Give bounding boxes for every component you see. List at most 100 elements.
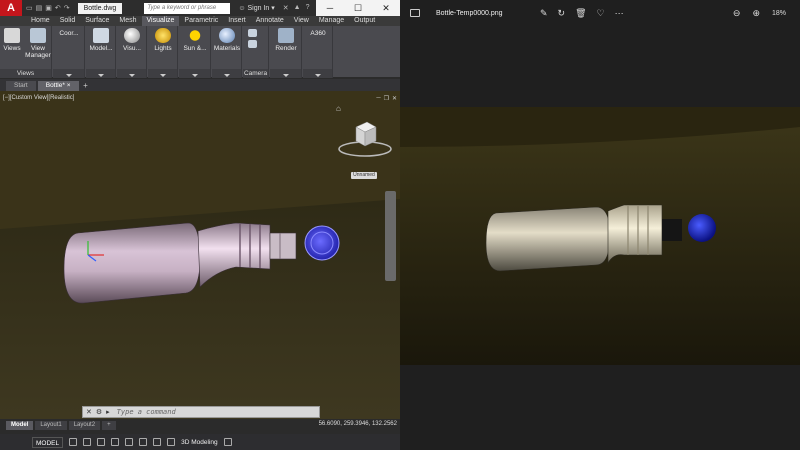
layout-tabs: Model Layout1 Layout2 + 56.6090, 259.394… [0, 420, 400, 431]
render-button[interactable]: Render [273, 28, 299, 52]
minimize-icon[interactable]: ─ [376, 95, 380, 102]
materials-button[interactable]: Materials [213, 28, 241, 52]
file-tab-bottle[interactable]: Bottle* × [37, 81, 79, 91]
redo-icon[interactable]: ↷ [64, 4, 70, 12]
zoom-out-icon[interactable]: ⊖ [733, 8, 741, 19]
ribbon-tab-solid[interactable]: Solid [55, 16, 81, 26]
ribbon-tab-parametric[interactable]: Parametric [179, 16, 223, 26]
ortho-icon[interactable] [97, 438, 106, 446]
grid-icon[interactable] [69, 438, 78, 446]
visual-styles-button[interactable]: Visu... [119, 28, 145, 52]
model-group-label [86, 69, 115, 78]
undo-icon[interactable]: ↶ [55, 4, 61, 12]
materials-group-label [212, 69, 241, 78]
ribbon-tab-output[interactable]: Output [349, 16, 380, 26]
layout-tab-model[interactable]: Model [6, 421, 34, 430]
favorite-icon[interactable]: ♡ [597, 8, 605, 19]
view-manager-button[interactable]: View Manager [24, 28, 52, 59]
close-icon[interactable]: ✕ [86, 408, 92, 416]
restore-icon[interactable]: ❐ [384, 95, 389, 102]
a360-group-label [303, 69, 332, 78]
more-options-icon[interactable]: ⋯ [615, 8, 624, 19]
drawing-viewport[interactable]: [−][Custom View][Realistic] ─ ❐ ✕ ⌂ Unna… [0, 91, 400, 419]
materials-button-label: Materials [213, 45, 241, 52]
lights-button[interactable]: Lights [150, 28, 176, 52]
views-button[interactable]: Views [2, 28, 22, 52]
ribbon-tab-annotate[interactable]: Annotate [251, 16, 289, 26]
command-input[interactable]: Type a command [117, 408, 176, 416]
snap-icon[interactable] [83, 438, 92, 446]
recent-commands-icon[interactable]: ▸ [106, 408, 110, 416]
visual-styles-icon [124, 28, 140, 43]
chevron-down-icon [66, 74, 72, 77]
a360-button-label: A360 [310, 30, 326, 37]
ribbon-tab-manage[interactable]: Manage [314, 16, 349, 26]
file-tab-start[interactable]: Start [6, 81, 36, 91]
annotation-scale-icon[interactable] [153, 438, 162, 446]
ribbon-group-render: Render [270, 26, 302, 78]
ribbon-tab-home[interactable]: Home [26, 16, 55, 26]
close-button[interactable]: ✕ [372, 0, 400, 16]
new-tab-button[interactable]: + [81, 81, 91, 91]
exchange-icon[interactable]: ✕ [283, 4, 289, 12]
photos-app-icon [410, 9, 420, 17]
new-icon[interactable]: ▭ [26, 4, 33, 12]
ribbon-tab-mesh[interactable]: Mesh [114, 16, 141, 26]
ribbon-tabs: Home Solid Surface Mesh Visualize Parametric I… [0, 16, 400, 26]
ribbon-tab-view[interactable]: View [289, 16, 314, 26]
visual-group-label [117, 69, 146, 78]
add-layout-button[interactable]: + [102, 421, 116, 430]
model-viewports-button[interactable]: Model... [88, 28, 114, 52]
polar-icon[interactable] [111, 438, 120, 446]
ribbon-tab-visualize[interactable]: Visualize [141, 16, 180, 26]
ribbon-group-views: Views View Manager Views [0, 26, 52, 78]
camera-icon[interactable] [248, 29, 257, 37]
command-line[interactable]: ✕ ⚙ ▸ Type a command [82, 406, 320, 418]
viewport-controls-label[interactable]: [−][Custom View][Realistic] [3, 95, 74, 101]
delete-icon[interactable]: 🗑 [575, 8, 586, 19]
help-icon[interactable]: ? [306, 4, 310, 12]
model-space-toggle[interactable]: MODEL [32, 436, 64, 448]
ribbon-tab-insert[interactable]: Insert [223, 16, 251, 26]
chevron-down-icon [315, 74, 321, 77]
maximize-button[interactable]: ☐ [344, 0, 372, 16]
a360-button[interactable]: A360 [305, 30, 331, 37]
view-manager-label: View Manager [25, 45, 51, 59]
ribbon-group-visual: Visu... [117, 26, 147, 78]
ribbon-tab-surface[interactable]: Surface [80, 16, 114, 26]
chevron-down-icon [160, 74, 166, 77]
lineweight-icon[interactable] [139, 438, 148, 446]
sun-location-button[interactable]: Sun &... [182, 28, 208, 52]
views-button-label: Views [3, 45, 21, 52]
osnap-icon[interactable] [125, 438, 134, 446]
close-icon[interactable]: × [67, 82, 71, 89]
close-icon[interactable]: ✕ [392, 95, 397, 102]
save-icon[interactable]: ▣ [45, 4, 52, 12]
wrench-icon[interactable]: ⚙ [96, 408, 102, 416]
workspace-switch[interactable]: 3D Modeling [181, 439, 218, 446]
camera-adjust-icon[interactable] [248, 40, 257, 48]
viewer-edit-tools: ✎ ↻ 🗑 ♡ ⋯ [540, 8, 624, 19]
sign-in-button[interactable]: ☺ Sign In ▾ [238, 4, 275, 13]
layout-tab-layout2[interactable]: Layout2 [68, 421, 101, 430]
minimize-button[interactable]: ─ [316, 0, 344, 16]
workspace-gear-icon[interactable] [167, 438, 176, 446]
edit-icon[interactable]: ✎ [540, 8, 548, 19]
zoom-in-icon[interactable]: ⊕ [752, 8, 760, 19]
rotate-icon[interactable]: ↻ [558, 8, 566, 19]
navigation-bar[interactable] [385, 191, 396, 281]
visual-button-label: Visu... [123, 45, 141, 52]
search-input[interactable]: Type a keyword or phrase [144, 2, 231, 14]
a360-icon[interactable]: ▲ [294, 4, 301, 12]
views-group-label: Views [0, 69, 51, 78]
home-icon[interactable]: ⌂ [336, 104, 341, 113]
layout-tab-layout1[interactable]: Layout1 [35, 421, 67, 430]
viewcube[interactable] [336, 119, 394, 161]
wcs-menu[interactable]: Unnamed [351, 172, 377, 179]
customize-icon[interactable] [223, 438, 232, 446]
ribbon-group-lights: Lights [148, 26, 178, 78]
app-menu-button[interactable]: A [0, 0, 22, 16]
coords-button[interactable]: Coor... [56, 30, 82, 37]
chevron-down-icon: ▾ [271, 5, 275, 12]
open-icon[interactable]: ▤ [36, 4, 43, 12]
